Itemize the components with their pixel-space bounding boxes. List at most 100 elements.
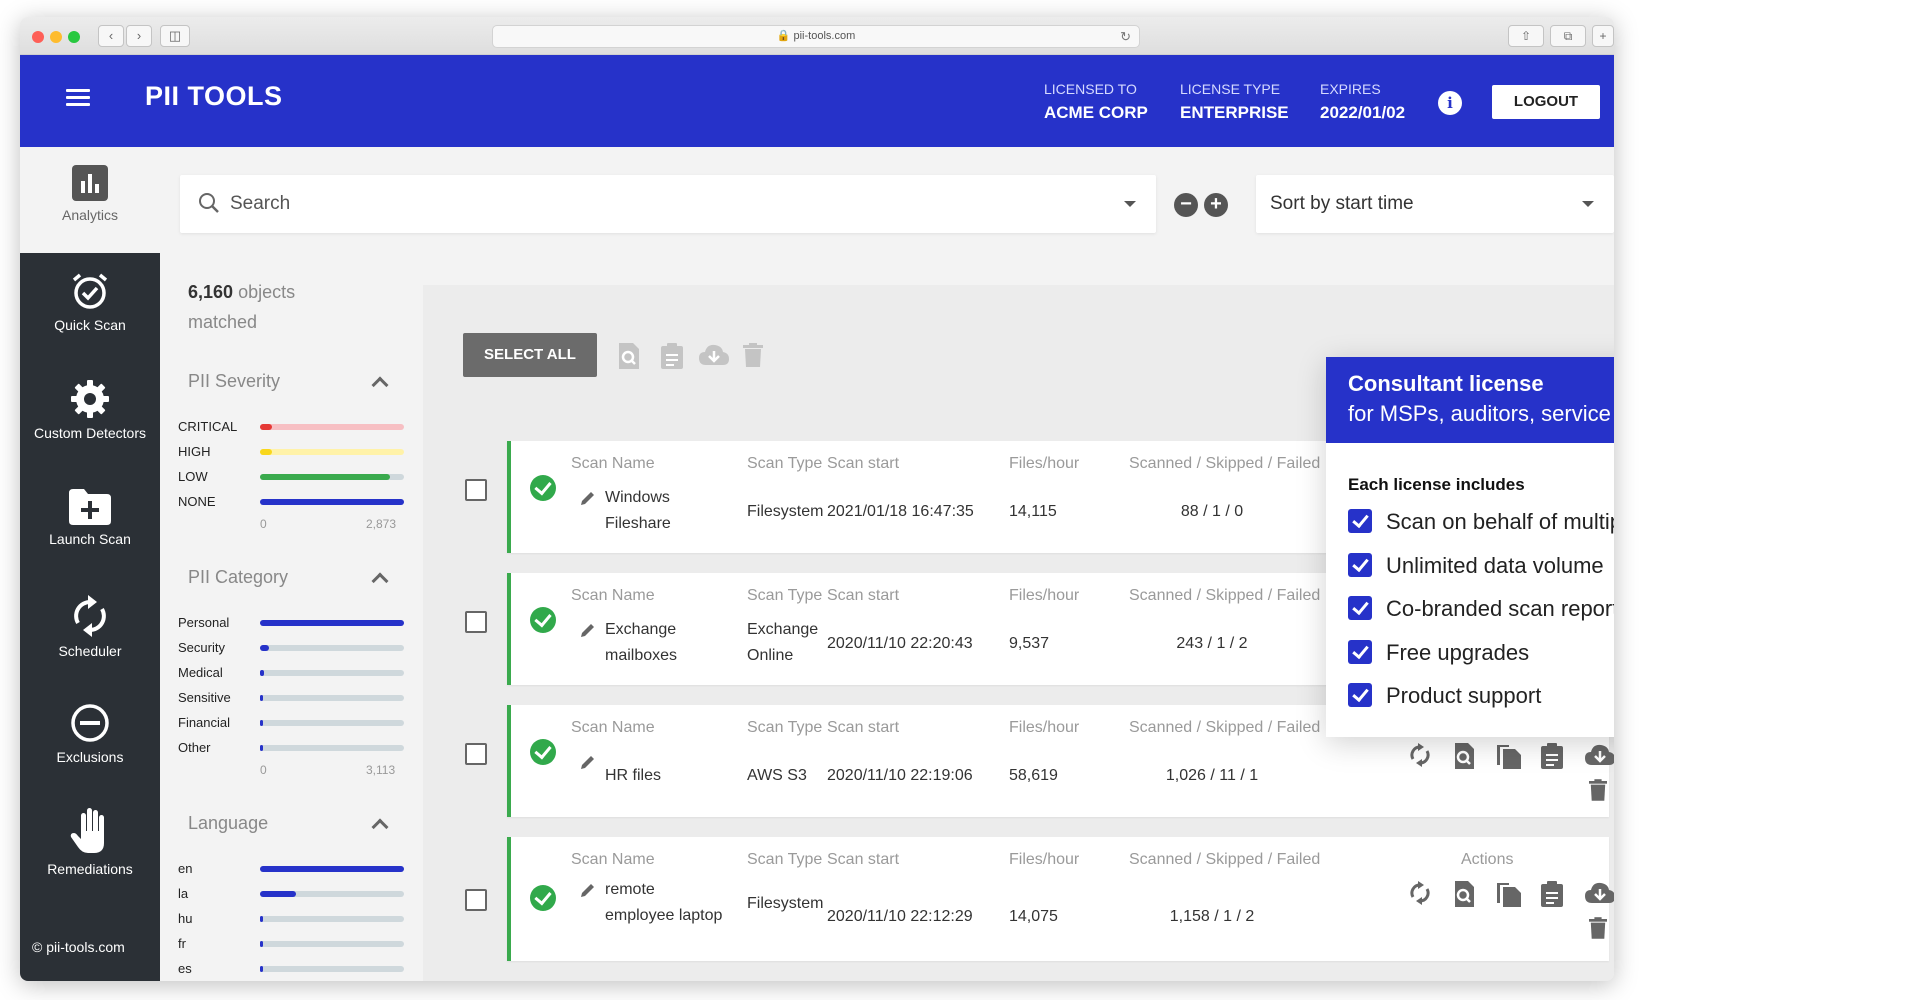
scan-card[interactable]: Scan Name Scan Type Scan start Files/hour Sc…	[507, 837, 1614, 961]
share-button[interactable]: ⇧	[1508, 25, 1544, 47]
row-checkbox[interactable]	[465, 479, 487, 501]
edit-icon[interactable]	[581, 491, 595, 510]
nav-quick-scan[interactable]: Quick Scan	[20, 271, 160, 333]
filter-bar[interactable]	[260, 745, 404, 751]
reload-icon[interactable]: ↻	[1120, 26, 1131, 47]
language-title: Language	[188, 813, 269, 833]
row-checkbox[interactable]	[465, 611, 487, 633]
edit-icon[interactable]	[581, 755, 595, 774]
success-icon	[530, 607, 556, 633]
filter-bar[interactable]	[260, 866, 404, 872]
col-scan-name-header: Scan Name	[571, 719, 655, 736]
scan-name[interactable]: Windows Fileshare	[605, 485, 725, 537]
filter-bar[interactable]	[260, 474, 404, 480]
info-icon[interactable]: i	[1438, 91, 1462, 115]
zoom-out-icon[interactable]: −	[1174, 193, 1198, 217]
filter-label: Medical	[178, 665, 223, 680]
cloud-download-icon[interactable]	[1585, 881, 1614, 910]
checkbox-checked-icon	[1348, 552, 1372, 577]
close-window-button[interactable]	[32, 31, 44, 43]
col-rate-header: Files/hour	[1009, 719, 1080, 736]
nav-exclusions[interactable]: Exclusions	[20, 703, 160, 765]
search-input[interactable]: Search	[230, 193, 290, 215]
trash-icon[interactable]	[1589, 917, 1607, 944]
filter-bar[interactable]	[260, 620, 404, 626]
filter-label: la	[178, 886, 189, 901]
nav-custom-detectors[interactable]: Custom Detectors	[20, 379, 160, 441]
filter-bar[interactable]	[260, 891, 404, 897]
license-feature-label: Unlimited data volume	[1386, 552, 1604, 578]
scan-name[interactable]: Exchange mailboxes	[605, 617, 725, 669]
tabs-button[interactable]: ⧉	[1550, 25, 1586, 47]
menu-icon[interactable]	[66, 89, 90, 107]
scan-name[interactable]: remote employee laptop	[605, 877, 725, 929]
scan-rate: 14,075	[1009, 908, 1058, 925]
refresh-icon[interactable]	[1409, 881, 1431, 910]
collapse-category-icon[interactable]	[371, 572, 389, 590]
edit-icon[interactable]	[581, 623, 595, 642]
select-all-button[interactable]: SELECT ALL	[463, 333, 597, 377]
filter-bar[interactable]	[260, 499, 404, 505]
sort-dropdown-icon[interactable]	[1582, 201, 1594, 207]
nav-remediations-label: Remediations	[47, 861, 133, 877]
cloud-download-icon[interactable]	[699, 343, 729, 367]
preview-icon[interactable]	[1453, 881, 1475, 912]
app-logo: PII TOOLS	[145, 81, 283, 111]
consultant-license-header: Consultant license for MSPs, auditors, s…	[1326, 357, 1614, 443]
consultant-license-subtitle: for MSPs, auditors, service providers	[1348, 401, 1614, 426]
hand-icon	[70, 808, 104, 853]
left-nav: Analytics Quick Scan Custom Detectors La…	[20, 147, 160, 981]
nav-analytics[interactable]: Analytics	[20, 147, 160, 253]
new-tab-button[interactable]: +	[1592, 25, 1614, 47]
report-icon[interactable]	[1541, 881, 1563, 912]
row-checkbox[interactable]	[465, 889, 487, 911]
scan-name[interactable]: HR files	[605, 763, 725, 789]
report-icon[interactable]	[661, 343, 683, 369]
copy-icon[interactable]	[1497, 743, 1521, 774]
collapse-language-icon[interactable]	[371, 818, 389, 836]
nav-scheduler[interactable]: Scheduler	[20, 595, 160, 659]
maximize-window-button[interactable]	[68, 31, 80, 43]
filter-bar[interactable]	[260, 916, 404, 922]
copy-icon[interactable]	[1497, 881, 1521, 912]
category-axis-max: 3,113	[366, 763, 396, 777]
address-bar[interactable]: 🔒 pii-tools.com ↻	[492, 25, 1140, 48]
license-feature-label: Free upgrades	[1386, 639, 1530, 665]
logout-button[interactable]: LOGOUT	[1492, 85, 1600, 119]
filter-bar[interactable]	[260, 449, 404, 455]
nav-launch-scan[interactable]: Launch Scan	[20, 489, 160, 547]
address-text: pii-tools.com	[793, 30, 856, 42]
refresh-icon[interactable]	[1409, 743, 1431, 772]
trash-icon[interactable]	[1589, 779, 1607, 806]
col-scanned-header: Scanned / Skipped / Failed	[1129, 851, 1321, 868]
license-feature-item: Unlimited data volume	[1348, 552, 1604, 579]
scan-type: Filesystem	[747, 503, 824, 520]
report-icon[interactable]	[1541, 743, 1563, 774]
sidebar-toggle-button[interactable]: ◫	[160, 25, 190, 47]
forward-button[interactable]: ›	[126, 25, 152, 47]
filter-bar[interactable]	[260, 941, 404, 947]
filter-bar[interactable]	[260, 424, 404, 430]
nav-remediations[interactable]: Remediations	[20, 807, 160, 877]
filter-bar[interactable]	[260, 966, 404, 972]
cloud-download-icon[interactable]	[1585, 743, 1614, 772]
back-button[interactable]: ‹	[98, 25, 124, 47]
filter-bar[interactable]	[260, 720, 404, 726]
minimize-window-button[interactable]	[50, 31, 62, 43]
sort-select[interactable]: Sort by start time	[1256, 175, 1614, 233]
licensed-to: LICENSED TO ACME CORP	[1044, 81, 1148, 123]
collapse-severity-icon[interactable]	[371, 376, 389, 394]
col-scan-start-header: Scan start	[827, 851, 900, 868]
search-bar[interactable]: Search	[180, 175, 1156, 233]
col-scan-name-header: Scan Name	[571, 455, 655, 472]
trash-icon[interactable]	[743, 343, 763, 367]
filter-bar[interactable]	[260, 645, 404, 651]
search-dropdown-icon[interactable]	[1124, 201, 1136, 207]
preview-icon[interactable]	[617, 343, 641, 369]
preview-icon[interactable]	[1453, 743, 1475, 774]
filter-bar[interactable]	[260, 670, 404, 676]
edit-icon[interactable]	[581, 883, 595, 902]
zoom-in-icon[interactable]: +	[1204, 193, 1228, 217]
row-checkbox[interactable]	[465, 743, 487, 765]
filter-bar[interactable]	[260, 695, 404, 701]
